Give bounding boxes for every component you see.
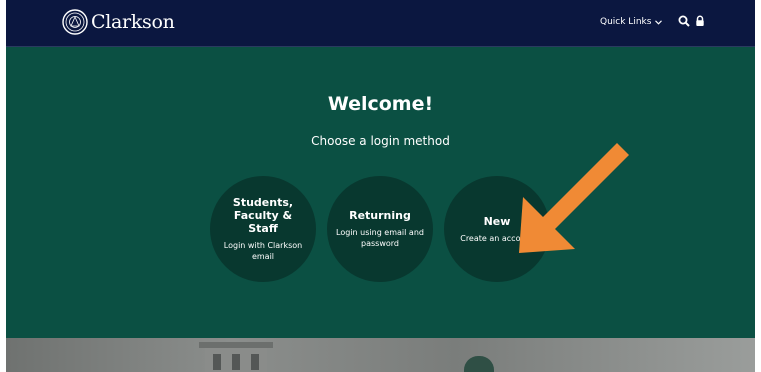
chevron-down-icon <box>655 19 663 25</box>
returning-button[interactable]: Returning Login using email and password <box>327 176 433 282</box>
clarkson-logo[interactable]: Clarkson <box>62 9 175 35</box>
seal-icon <box>62 9 88 35</box>
students-faculty-staff-button[interactable]: Students, Faculty & Staff Login with Cla… <box>210 176 316 282</box>
search-icon[interactable] <box>678 15 690 27</box>
new-account-button[interactable]: New Create an account <box>444 176 550 282</box>
welcome-title: Welcome! <box>327 93 434 115</box>
option-description: Login using email and password <box>336 228 424 248</box>
lamp-post-image <box>464 356 494 372</box>
option-title: Returning <box>349 209 411 222</box>
option-description: Create an account <box>460 233 534 243</box>
option-title: Students, Faculty & Staff <box>232 196 294 235</box>
campus-photo <box>6 338 755 372</box>
clock-tower-image <box>199 338 273 372</box>
welcome-hero: Welcome! Choose a login method Students,… <box>6 47 755 338</box>
option-description: Login with Clarkson email <box>223 241 303 261</box>
top-navbar: Clarkson Quick Links <box>6 0 755 47</box>
login-method-subtitle: Choose a login method <box>311 134 450 148</box>
page-frame: Clarkson Quick Links Welcome! Choose a l… <box>6 0 755 372</box>
logo-text: Clarkson <box>91 11 175 33</box>
quick-links-dropdown[interactable]: Quick Links <box>600 17 663 27</box>
quick-links-label: Quick Links <box>600 17 652 27</box>
option-title: New <box>483 214 511 228</box>
lock-icon[interactable] <box>694 15 706 27</box>
